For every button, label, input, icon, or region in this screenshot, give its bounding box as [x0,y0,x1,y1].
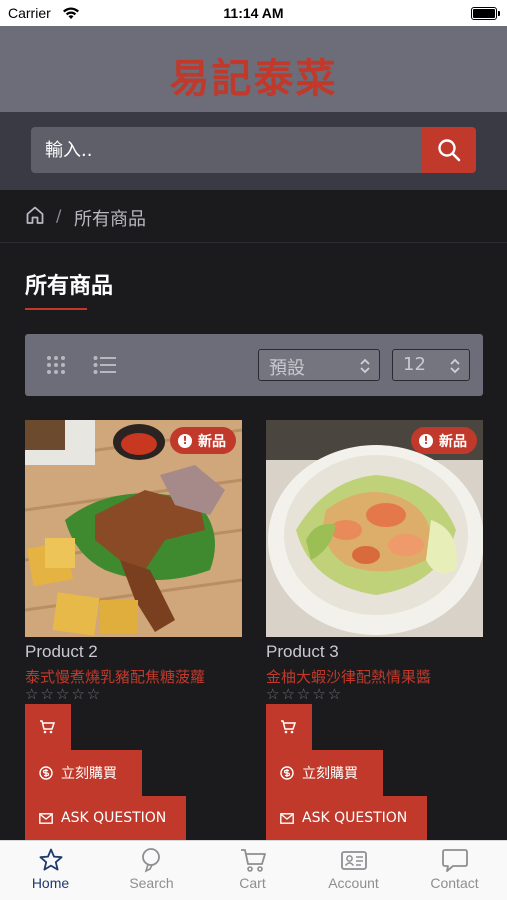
tab-contact-label: Contact [430,875,479,891]
search-bar [0,112,507,190]
dollar-circle-icon [39,766,53,780]
cart-icon [240,849,266,872]
cart-icon [40,720,55,734]
search-icon [141,848,160,873]
breadcrumb-separator: / [56,206,62,225]
brand-title[interactable]: 易記泰菜 [0,46,507,104]
product-name[interactable]: Product 3 [266,642,339,662]
page-title: 所有商品 [25,274,114,299]
breadcrumb: / 所有商品 [0,190,507,243]
sort-select-value: 預設 [269,358,305,379]
search-input[interactable] [31,127,422,173]
add-to-cart-button[interactable] [25,704,71,750]
tab-account[interactable]: Account [303,847,404,891]
account-card-icon [340,851,367,870]
clock-time: 11:14 AM [223,5,284,21]
new-badge: ! 新品 [170,427,236,454]
envelope-icon [280,812,294,824]
tab-cart-label: Cart [239,875,266,891]
envelope-icon [39,812,53,824]
new-badge-label: 新品 [198,433,226,450]
sort-select[interactable]: 預設 [258,349,380,381]
product-image[interactable]: ! 新品 [25,420,242,637]
new-badge-label: 新品 [439,433,467,450]
ask-question-label: ASK QUESTION [61,810,167,826]
buy-now-label: 立刻購買 [302,766,358,782]
status-bar: Carrier 11:14 AM [0,0,507,26]
buy-now-label: 立刻購買 [61,766,117,782]
tab-home[interactable]: Home [0,847,101,891]
search-button[interactable] [421,127,476,173]
tab-search-label: Search [129,875,174,891]
page-size-value: 12 [403,354,426,375]
buy-now-button[interactable]: 立刻購買 [266,750,383,796]
page-size-select[interactable]: 12 [392,349,470,381]
tab-home-label: Home [31,875,70,891]
product-description[interactable]: 泰式慢煮燒乳豬配焦糖菠蘿 [25,666,242,687]
home-icon[interactable] [25,205,45,229]
cart-icon [281,720,296,734]
list-view-icon[interactable] [93,355,117,379]
product-description[interactable]: 金柚大蝦沙律配熱情果醬 [266,666,483,687]
rating-stars: ☆☆☆☆☆ [25,685,103,703]
grid-view-icon[interactable] [46,355,66,379]
product-name[interactable]: Product 2 [25,642,98,662]
bottom-tab-bar: Home Search Cart Account Contact [0,840,507,900]
listing-toolbar: 預設 12 [25,334,483,396]
tab-cart[interactable]: Cart [202,847,303,891]
chat-bubble-icon [441,849,468,872]
new-badge: ! 新品 [411,427,477,454]
tab-search[interactable]: Search [101,847,202,891]
buy-now-button[interactable]: 立刻購買 [25,750,142,796]
ask-question-label: ASK QUESTION [302,810,408,826]
dollar-circle-icon [280,766,294,780]
search-icon [437,139,460,162]
brand-header: 易記泰菜 [0,26,507,112]
star-icon [39,848,62,871]
ask-question-button[interactable]: ASK QUESTION [266,796,427,840]
product-image[interactable]: ! 新品 [266,420,483,637]
alert-icon: ! [419,433,433,448]
breadcrumb-current: 所有商品 [74,209,146,230]
title-underline [25,308,87,310]
rating-stars: ☆☆☆☆☆ [266,685,344,703]
add-to-cart-button[interactable] [266,704,312,750]
select-arrows-icon [449,358,461,379]
battery-icon [471,7,500,20]
tab-contact[interactable]: Contact [404,847,505,891]
ask-question-button[interactable]: ASK QUESTION [25,796,186,840]
select-arrows-icon [359,358,371,379]
alert-icon: ! [178,433,192,448]
tab-account-label: Account [328,875,379,891]
